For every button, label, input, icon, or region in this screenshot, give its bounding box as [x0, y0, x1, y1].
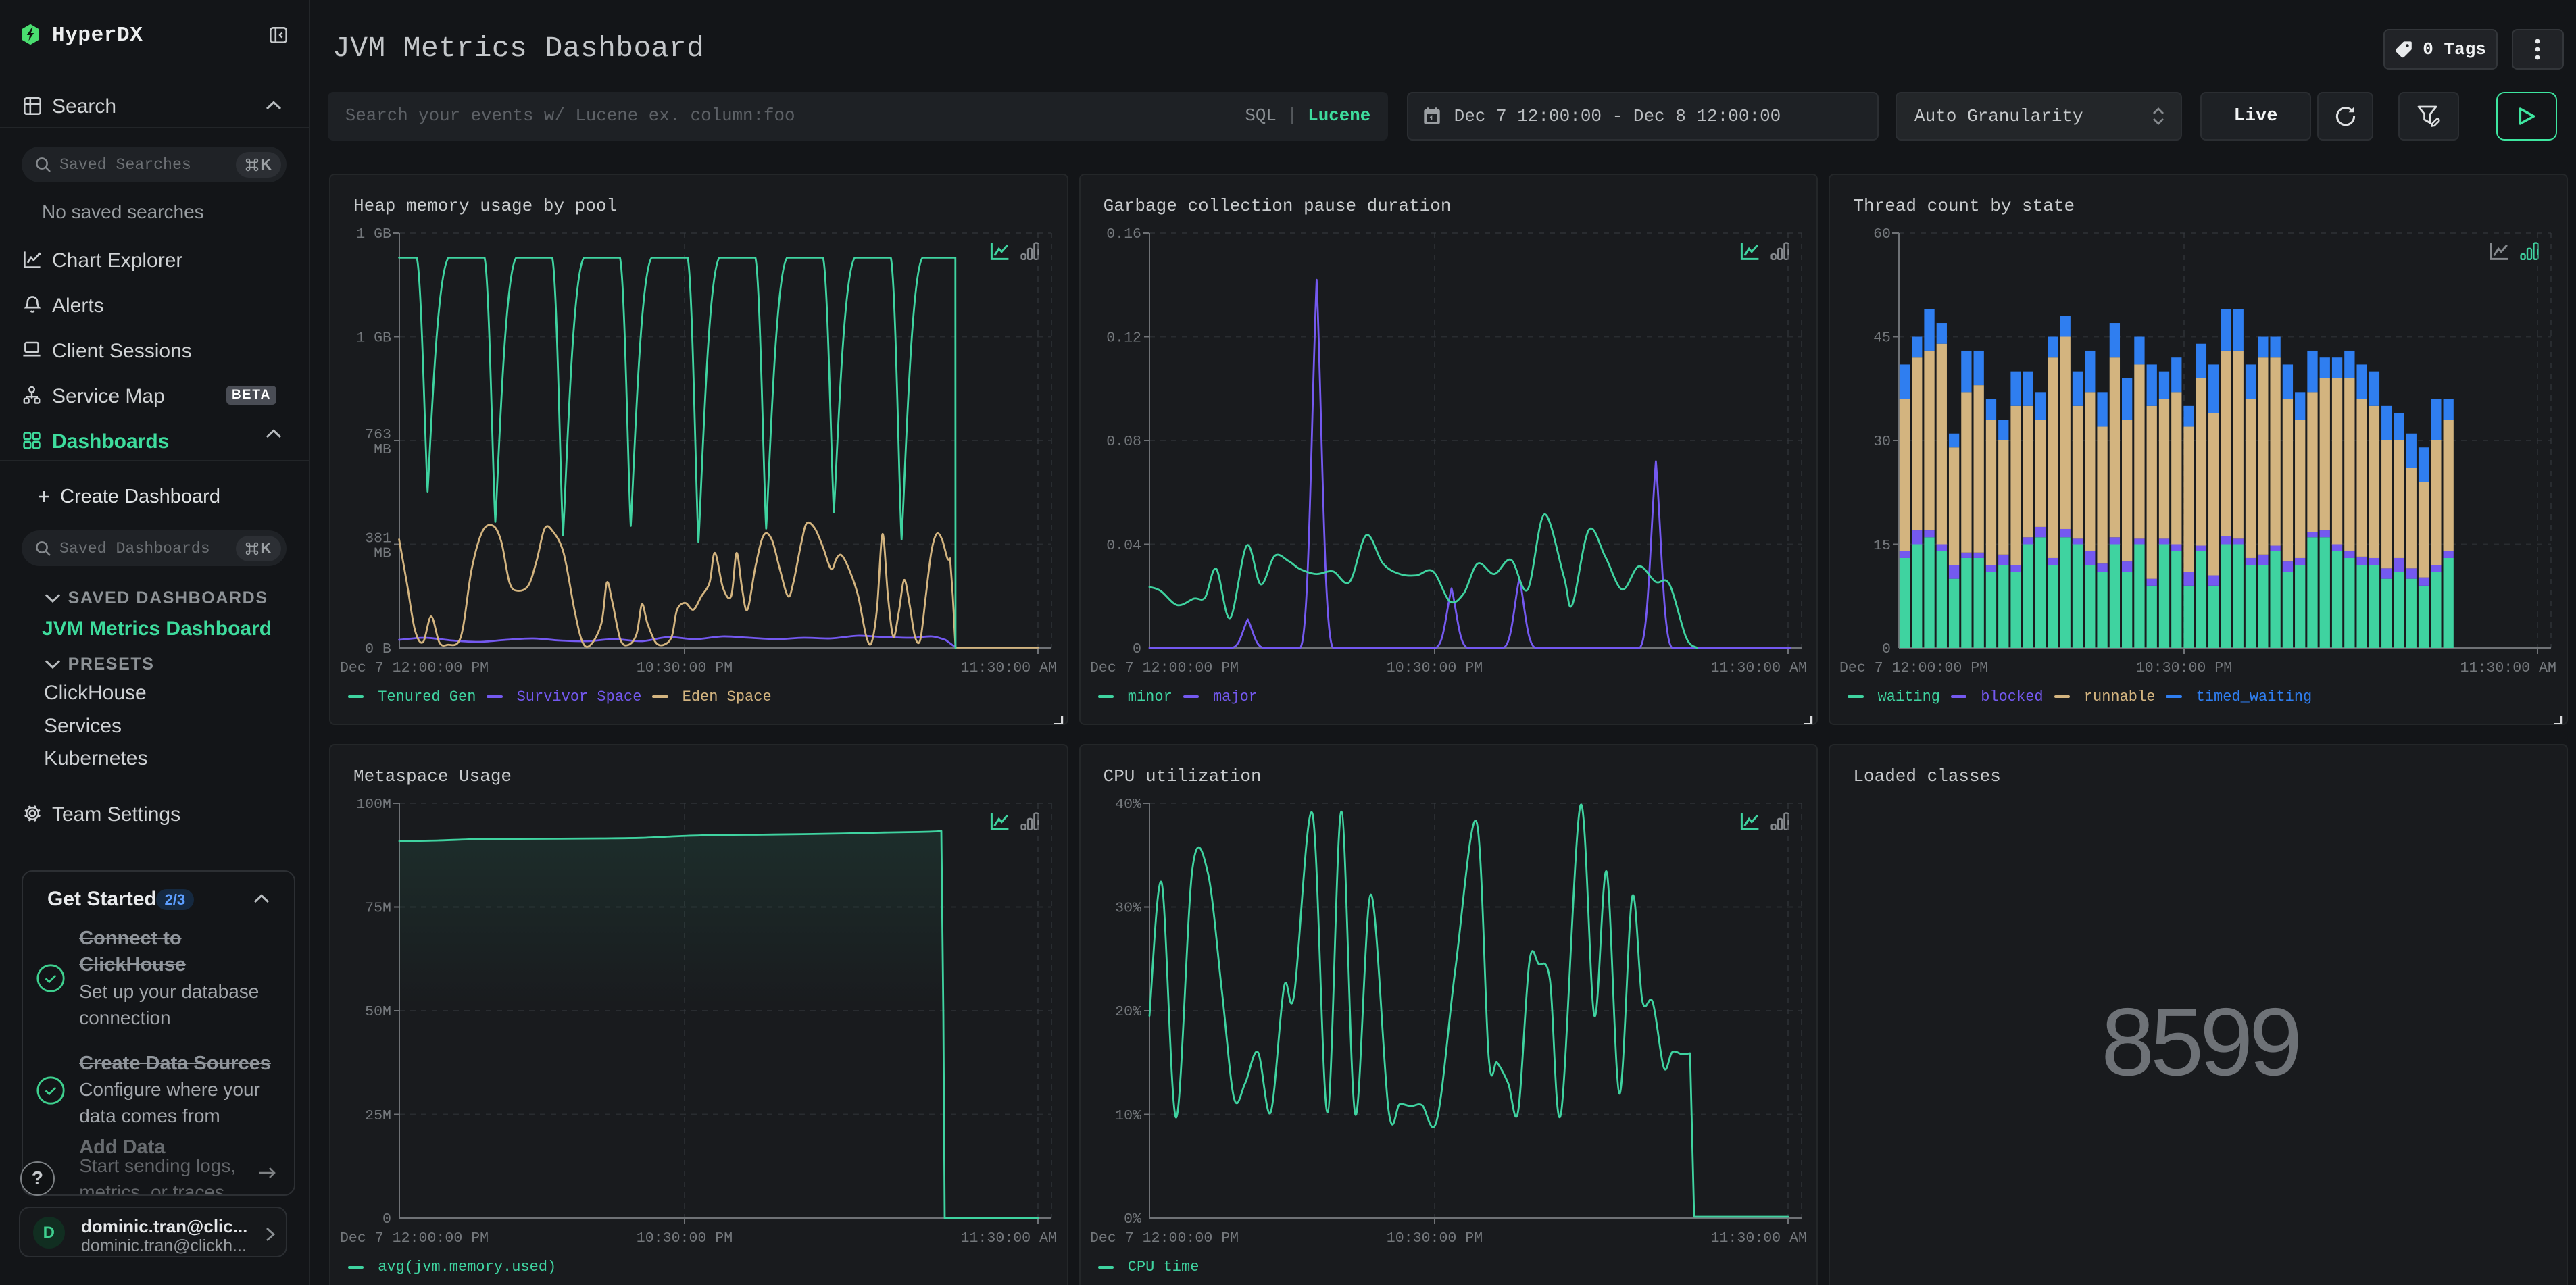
svg-text:11:30:00 AM: 11:30:00 AM — [1710, 660, 1806, 676]
svg-text:10:30:00 PM: 10:30:00 PM — [1386, 660, 1482, 676]
svg-text:0: 0 — [1133, 641, 1141, 657]
svg-text:0 B: 0 B — [365, 641, 391, 657]
svg-text:60: 60 — [1873, 226, 1891, 243]
svg-text:MB: MB — [374, 545, 391, 561]
svg-text:381: 381 — [365, 530, 391, 547]
svg-text:30%: 30% — [1115, 901, 1141, 917]
svg-text:100M: 100M — [356, 797, 391, 813]
svg-text:Dec 7 12:00:00 PM: Dec 7 12:00:00 PM — [1839, 660, 1988, 676]
svg-text:15: 15 — [1873, 537, 1891, 553]
svg-text:1 GB: 1 GB — [356, 330, 391, 346]
svg-text:1 GB: 1 GB — [356, 226, 391, 243]
svg-text:40%: 40% — [1115, 797, 1141, 813]
svg-text:75M: 75M — [365, 901, 391, 917]
svg-text:0.16: 0.16 — [1106, 226, 1141, 243]
svg-text:Dec 7 12:00:00 PM: Dec 7 12:00:00 PM — [1090, 660, 1239, 676]
svg-text:10%: 10% — [1115, 1108, 1141, 1124]
svg-text:0.08: 0.08 — [1106, 434, 1141, 450]
svg-text:10:30:00 PM: 10:30:00 PM — [637, 660, 733, 676]
svg-text:0.04: 0.04 — [1106, 537, 1141, 553]
svg-text:11:30:00 AM: 11:30:00 AM — [2460, 660, 2556, 676]
svg-text:0: 0 — [1882, 641, 1891, 657]
svg-text:10:30:00 PM: 10:30:00 PM — [1386, 1230, 1482, 1246]
svg-text:50M: 50M — [365, 1004, 391, 1020]
svg-text:Dec 7 12:00:00 PM: Dec 7 12:00:00 PM — [340, 1230, 489, 1246]
svg-text:763: 763 — [365, 427, 391, 443]
svg-text:25M: 25M — [365, 1108, 391, 1124]
svg-text:11:30:00 AM: 11:30:00 AM — [1710, 1230, 1806, 1246]
svg-text:20%: 20% — [1115, 1004, 1141, 1020]
svg-text:0%: 0% — [1124, 1211, 1141, 1228]
svg-text:Dec 7 12:00:00 PM: Dec 7 12:00:00 PM — [340, 660, 489, 676]
svg-text:45: 45 — [1873, 330, 1891, 346]
svg-text:0.12: 0.12 — [1106, 330, 1141, 346]
svg-text:11:30:00 AM: 11:30:00 AM — [961, 660, 1057, 676]
svg-text:10:30:00 PM: 10:30:00 PM — [637, 1230, 733, 1246]
svg-text:0: 0 — [382, 1211, 391, 1228]
svg-text:Dec 7 12:00:00 PM: Dec 7 12:00:00 PM — [1090, 1230, 1239, 1246]
svg-text:30: 30 — [1873, 434, 1891, 450]
svg-text:11:30:00 AM: 11:30:00 AM — [961, 1230, 1057, 1246]
svg-text:10:30:00 PM: 10:30:00 PM — [2136, 660, 2232, 676]
svg-text:MB: MB — [374, 442, 391, 458]
